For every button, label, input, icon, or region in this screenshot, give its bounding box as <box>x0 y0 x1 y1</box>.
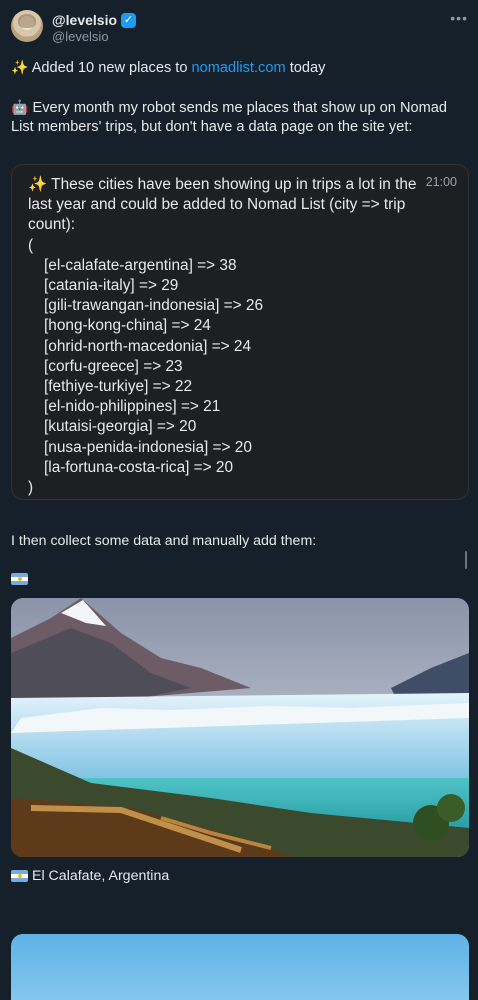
glacier-image <box>11 598 469 857</box>
quote-close-paren: ) <box>28 479 34 497</box>
list-item: [catania-italy] => 29 <box>44 277 179 295</box>
scrollbar[interactable] <box>465 551 467 569</box>
tweet-header: @levelsio ✓ @levelsio ••• <box>11 10 468 44</box>
list-item: [ohrid-north-macedonia] => 24 <box>44 337 252 355</box>
handle[interactable]: @levelsio <box>52 29 109 44</box>
quote-sparkles-emoji: ✨ <box>28 176 48 193</box>
more-options-icon[interactable]: ••• <box>450 10 468 26</box>
argentina-flag-icon <box>11 573 28 585</box>
tweet-line-1-suffix: today <box>289 60 326 76</box>
el-calafate-photo[interactable] <box>11 598 469 857</box>
list-item: [el-calafate-argentina] => 38 <box>44 256 237 274</box>
photo-caption: El Calafate, Argentina <box>32 868 170 884</box>
list-item: [nusa-penida-indonesia] => 20 <box>44 438 252 456</box>
tweet-line-1-prefix: Added 10 new places to <box>31 60 188 76</box>
list-item: [fethiye-turkiye] => 22 <box>44 378 192 396</box>
quote-intro: ✨ These cities have been showing up in t… <box>28 175 428 236</box>
name-line: @levelsio ✓ <box>52 12 137 28</box>
verified-badge-icon: ✓ <box>121 12 137 28</box>
quote-open-paren: ( <box>28 236 34 254</box>
second-photo[interactable] <box>11 934 469 1000</box>
after-text: I then collect some data and manually ad… <box>11 533 317 549</box>
robot-emoji: 🤖 <box>11 99 29 115</box>
tweet-line-2-text: Every month my robot sends me places tha… <box>11 100 448 135</box>
quote-time: 21:00 <box>425 175 457 189</box>
list-item: [corfu-greece] => 23 <box>44 357 183 375</box>
nomadlist-link[interactable]: nomadlist.com <box>192 60 286 76</box>
quoted-message: 21:00 ✨ These cities have been showing u… <box>11 164 469 569</box>
list-item: [el-nido-philippines] => 21 <box>44 398 221 416</box>
tweet-line-1: ✨ Added 10 new places to nomadlist.com t… <box>11 58 468 78</box>
tweet-line-2: 🤖 Every month my robot sends me places t… <box>11 98 468 137</box>
quote-body: ✨ These cities have been showing up in t… <box>28 175 428 498</box>
list-item: [hong-kong-china] => 24 <box>44 317 211 335</box>
quote-intro-text: These cities have been showing up in tri… <box>28 176 417 234</box>
list-item: [la-fortuna-costa-rica] => 20 <box>44 458 234 476</box>
list-item: [gili-trawangan-indonesia] => 26 <box>44 297 264 315</box>
list-item: [kutaisi-georgia] => 20 <box>44 418 197 436</box>
sparkles-emoji: ✨ <box>11 59 29 75</box>
avatar[interactable] <box>11 10 43 42</box>
argentina-flag-icon <box>11 870 28 882</box>
display-name[interactable]: @levelsio <box>52 12 117 28</box>
